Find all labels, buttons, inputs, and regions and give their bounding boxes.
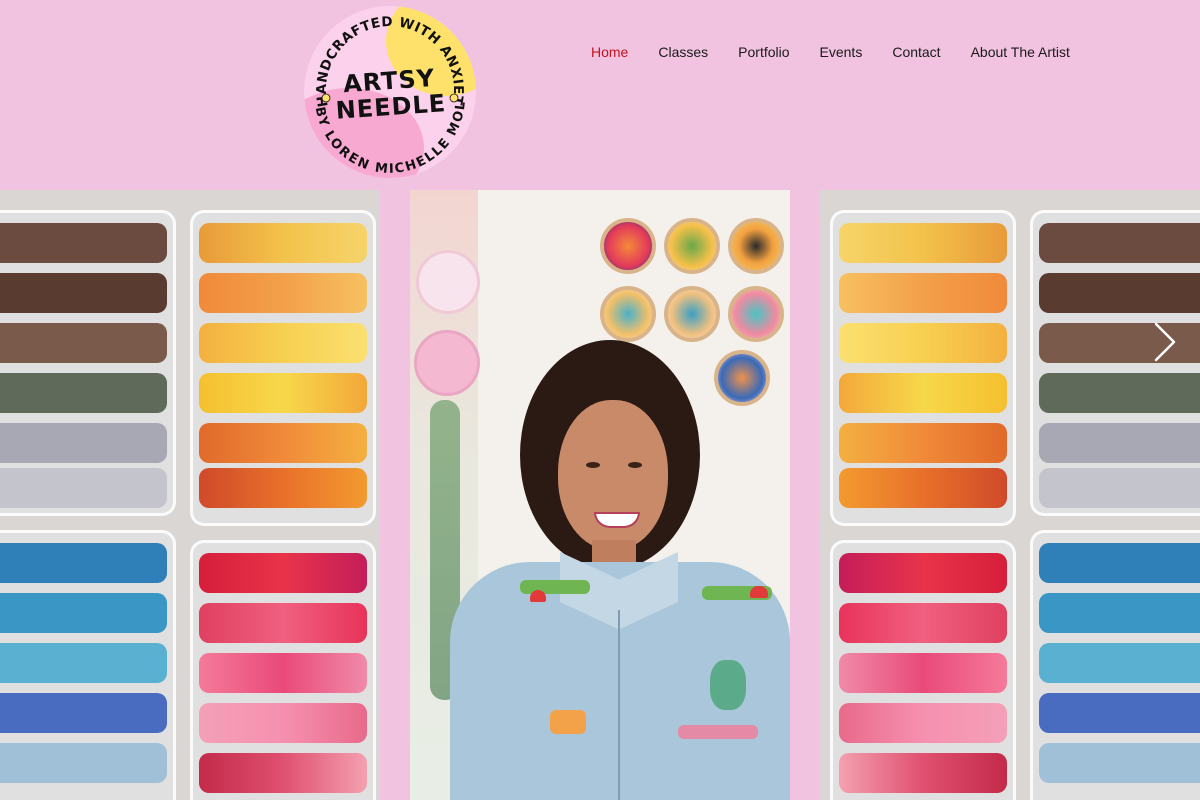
gallery-image-threads-left[interactable] <box>0 190 380 800</box>
nav-classes[interactable]: Classes <box>643 42 723 62</box>
nav-portfolio[interactable]: Portfolio <box>723 42 804 62</box>
nav-contact[interactable]: Contact <box>877 42 955 62</box>
nav-about-the-artist[interactable]: About The Artist <box>956 42 1085 62</box>
nav-events[interactable]: Events <box>805 42 878 62</box>
site-header: HANDCRAFTED WITH ANXIETY BY LOREN MICHEL… <box>0 0 1200 190</box>
image-gallery <box>0 190 1200 800</box>
gallery-image-artist-portrait[interactable] <box>410 190 790 800</box>
nav-home[interactable]: Home <box>576 42 643 62</box>
gallery-image-threads-right[interactable] <box>820 190 1200 800</box>
artsy-needle-logo[interactable]: HANDCRAFTED WITH ANXIETY BY LOREN MICHEL… <box>304 6 476 178</box>
chevron-right-icon[interactable] <box>1150 320 1180 364</box>
main-nav: Home Classes Portfolio Events Contact Ab… <box>576 42 1085 62</box>
